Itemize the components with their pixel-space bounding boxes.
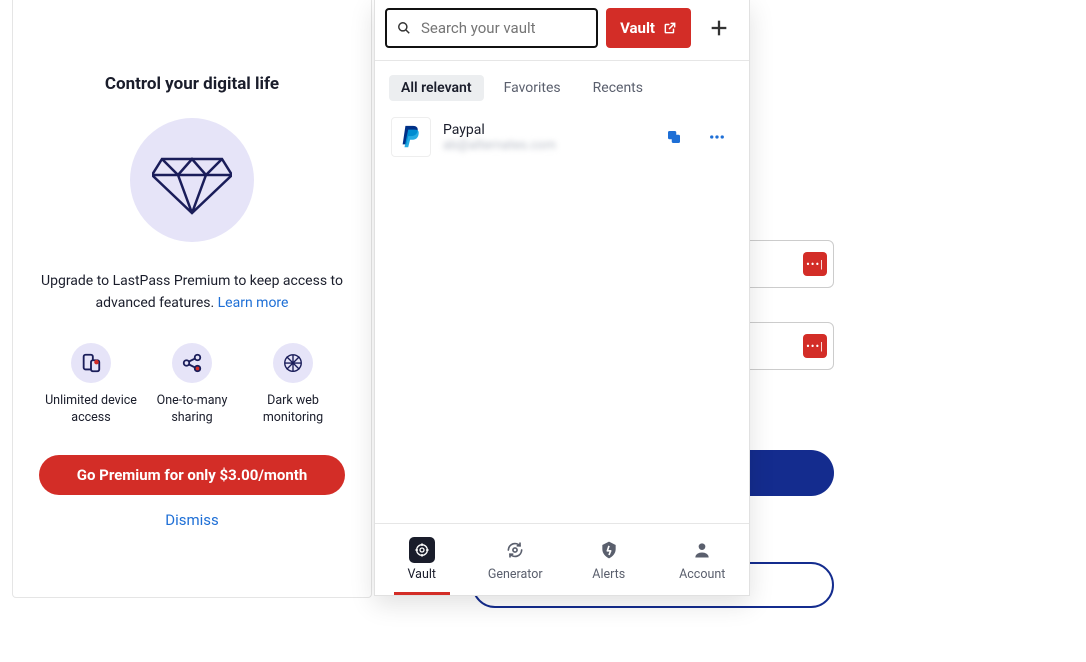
devices-icon — [71, 343, 111, 383]
diamond-illustration — [130, 118, 254, 242]
search-icon — [397, 20, 411, 36]
copy-icon — [665, 128, 683, 146]
alerts-icon — [596, 537, 622, 563]
open-vault-button[interactable]: Vault — [606, 8, 691, 48]
feature-darkweb: Dark web monitoring — [243, 343, 343, 427]
nav-label: Alerts — [592, 567, 625, 582]
tab-recents[interactable]: Recents — [581, 75, 655, 101]
feature-row: Unlimited device access One-to-many shar… — [35, 343, 349, 427]
feature-label: One-to-many sharing — [142, 393, 242, 427]
tab-all-relevant[interactable]: All relevant — [389, 75, 484, 101]
extension-header: Vault — [375, 0, 749, 56]
entry-text: Paypal ab@alternates.com — [443, 122, 647, 153]
dismiss-link[interactable]: Dismiss — [165, 511, 219, 529]
nav-account[interactable]: Account — [656, 524, 750, 595]
search-wrap[interactable] — [385, 8, 598, 48]
diamond-icon — [152, 145, 232, 215]
promo-title: Control your digital life — [105, 74, 279, 94]
go-premium-button[interactable]: Go Premium for only $3.00/month — [39, 455, 345, 495]
external-link-icon — [663, 21, 677, 35]
extension-panel: Vault All relevant Favorites Recents Pay… — [374, 0, 750, 596]
feature-sharing: One-to-many sharing — [142, 343, 242, 427]
lastpass-fill-icon[interactable]: •••| — [803, 334, 827, 358]
premium-promo-card: Control your digital life Upgrade to Las… — [12, 0, 372, 598]
search-input[interactable] — [421, 19, 586, 37]
web-icon — [273, 343, 313, 383]
feature-label: Unlimited device access — [41, 393, 141, 427]
nav-alerts[interactable]: Alerts — [562, 524, 656, 595]
entry-username: ab@alternates.com — [443, 138, 647, 153]
add-item-button[interactable] — [699, 8, 739, 48]
promo-subtext: Upgrade to LastPass Premium to keep acce… — [35, 270, 349, 315]
copy-action[interactable] — [659, 124, 689, 150]
nav-label: Account — [679, 567, 725, 582]
promo-subtext-text: Upgrade to LastPass Premium to keep acce… — [41, 273, 343, 311]
nav-label: Generator — [488, 567, 543, 582]
learn-more-link[interactable]: Learn more — [218, 295, 289, 311]
paypal-logo — [391, 117, 431, 157]
feature-unlimited-device: Unlimited device access — [41, 343, 141, 427]
plus-icon — [708, 17, 730, 39]
bottom-nav: Vault Generator Alerts Account — [375, 523, 749, 595]
nav-generator[interactable]: Generator — [469, 524, 563, 595]
nav-label: Vault — [408, 567, 437, 582]
more-action[interactable] — [701, 124, 733, 150]
share-icon — [172, 343, 212, 383]
feature-label: Dark web monitoring — [243, 393, 343, 427]
generator-icon — [502, 537, 528, 563]
filter-tabs: All relevant Favorites Recents — [375, 61, 749, 111]
vault-button-label: Vault — [620, 19, 655, 37]
vault-icon — [409, 537, 435, 563]
nav-vault[interactable]: Vault — [375, 524, 469, 595]
more-horizontal-icon — [707, 128, 727, 146]
tab-favorites[interactable]: Favorites — [492, 75, 573, 101]
lastpass-fill-icon[interactable]: •••| — [803, 252, 827, 276]
account-icon — [689, 537, 715, 563]
entry-title: Paypal — [443, 122, 647, 138]
vault-entry-paypal[interactable]: Paypal ab@alternates.com — [375, 111, 749, 163]
paypal-icon — [399, 124, 423, 150]
